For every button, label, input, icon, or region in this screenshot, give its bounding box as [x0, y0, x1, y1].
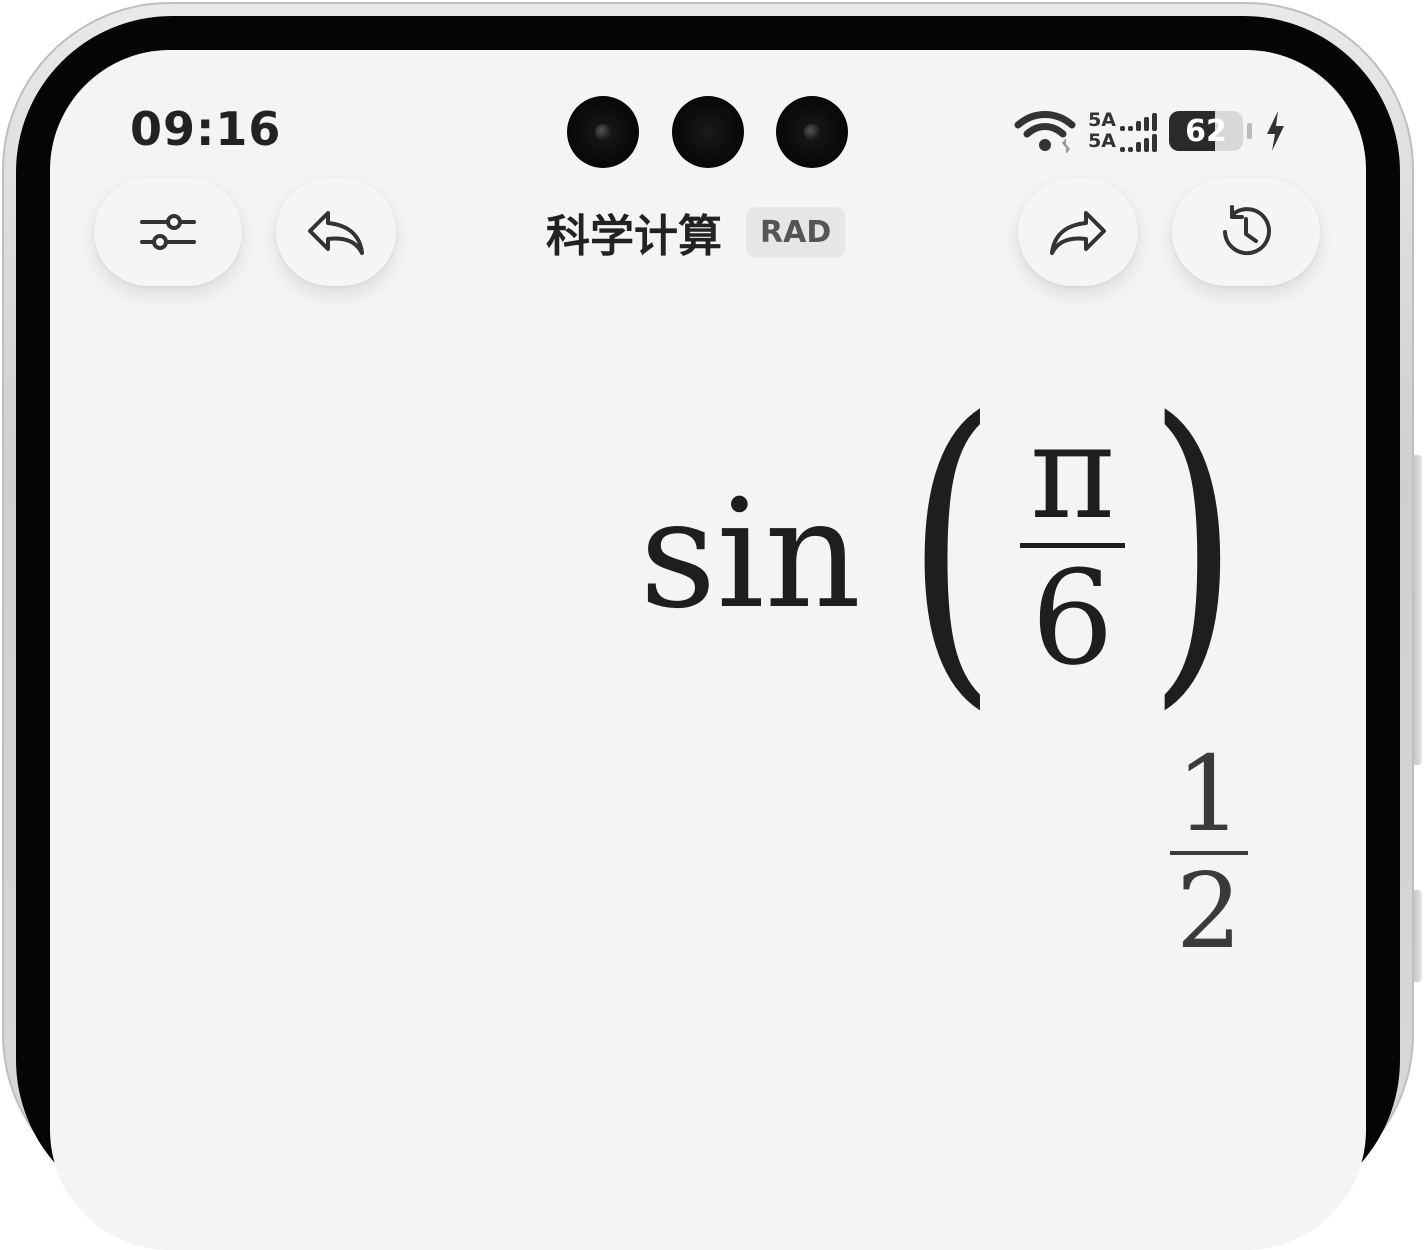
result-denominator: 2 — [1175, 850, 1242, 973]
network-label-1: 5A — [1088, 109, 1116, 131]
expression-fraction: π 6 — [1019, 395, 1126, 694]
angle-mode-badge[interactable]: RAD — [746, 206, 846, 258]
battery-percent: 62 — [1185, 113, 1227, 149]
redo-icon — [1050, 211, 1106, 255]
undo-button[interactable] — [276, 178, 396, 286]
expression-function: sin — [639, 468, 862, 642]
expression-display: sin ( π 6 ) — [639, 380, 1258, 710]
signal-icon: 5A 5A — [1088, 110, 1157, 152]
title-area: 科学计算 RAD — [546, 202, 846, 262]
settings-button[interactable] — [94, 178, 242, 286]
wifi-icon — [1014, 111, 1076, 153]
history-button[interactable] — [1172, 178, 1320, 286]
camera-right-icon — [776, 96, 848, 168]
left-paren: ( — [906, 353, 997, 737]
phone-device: 09:16 5A 5A 62 科学计算 RAD sin (π 6) 1 2 — [0, 0, 1424, 1250]
power-button — [1412, 455, 1422, 765]
expression-numerator: π — [1029, 395, 1116, 548]
camera-left-icon — [567, 96, 639, 168]
side-key-lower — [1412, 890, 1422, 982]
battery-cap — [1247, 123, 1252, 139]
history-icon — [1223, 205, 1271, 256]
status-time: 09:16 — [130, 102, 282, 156]
result-display: 1 2 — [1169, 733, 1248, 973]
right-paren: ) — [1148, 353, 1239, 737]
redo-button[interactable] — [1018, 178, 1138, 286]
network-label-2: 5A — [1088, 130, 1116, 152]
sliders-icon — [140, 214, 196, 250]
battery-icon: 62 — [1169, 111, 1243, 151]
undo-icon — [308, 211, 364, 255]
page-title: 科学计算 — [546, 211, 722, 262]
screen: 09:16 5A 5A 62 科学计算 RAD sin (π 6) 1 2 — [50, 50, 1366, 1250]
expression-denominator: 6 — [1031, 541, 1114, 694]
status-icons: 5A 5A 62 — [1014, 106, 1286, 156]
result-numerator: 1 — [1175, 733, 1242, 855]
camera-center-icon — [672, 96, 744, 168]
charging-icon — [1267, 111, 1284, 151]
